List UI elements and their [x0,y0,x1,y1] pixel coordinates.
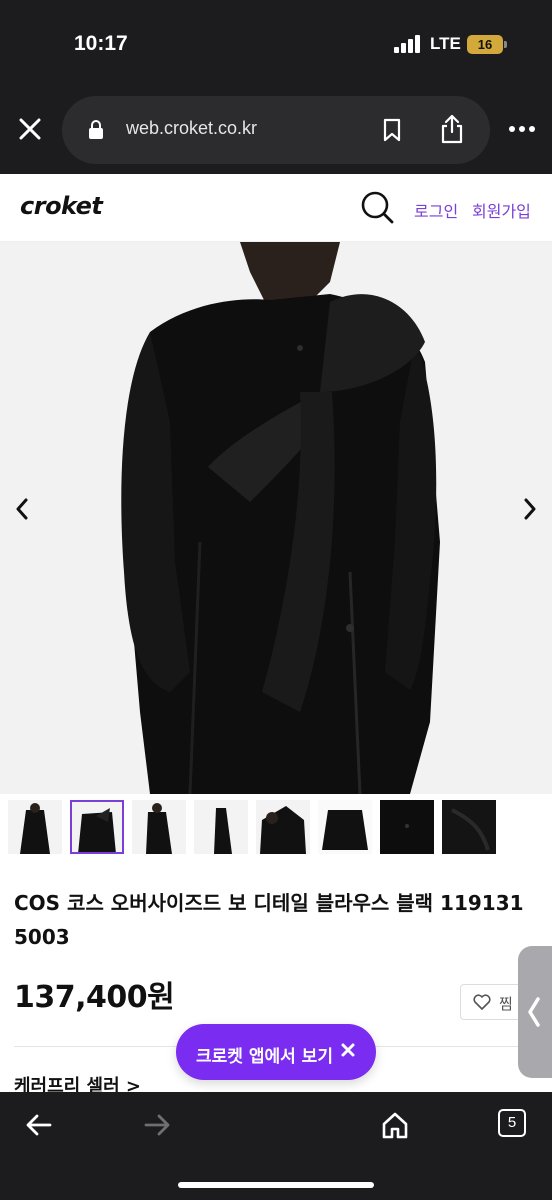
heart-icon [473,994,491,1010]
side-panel-handle[interactable] [518,946,552,1078]
more-icon[interactable] [508,117,536,141]
url-field[interactable]: web.croket.co.kr [62,96,490,164]
chevron-left-icon [528,997,540,1027]
thumbnail-5[interactable] [256,800,310,854]
battery-icon: 16 [467,35,507,54]
lock-icon [89,120,103,139]
thumbnail-3[interactable] [132,800,186,854]
thumbnail-2[interactable] [70,800,124,854]
like-label: 찜 [499,995,513,1013]
product-image[interactable] [0,242,552,794]
search-icon[interactable] [360,190,394,224]
share-icon[interactable] [440,114,464,144]
browser-toolbar: 5 [0,1092,552,1200]
url-text: web.croket.co.kr [126,118,258,138]
back-arrow-icon[interactable] [24,1110,54,1140]
croket-logo[interactable]: croket [20,192,103,220]
tabs-button[interactable]: 5 [498,1109,526,1137]
thumbnail-8[interactable] [442,800,496,854]
home-indicator [178,1182,374,1188]
close-icon[interactable] [340,1042,356,1058]
browser-address-bar: web.croket.co.kr [0,90,552,174]
product-photo [0,242,552,794]
thumbnail-7[interactable] [380,800,434,854]
product-title: COS 코스 오버사이즈드 보 디테일 블라우스 블랙 119131 5003 [14,891,524,949]
home-icon[interactable] [380,1110,410,1140]
forward-arrow-icon[interactable] [142,1110,172,1140]
clock: 10:17 [74,32,128,55]
thumbnail-strip [0,794,552,862]
thumbnail-1[interactable] [8,800,62,854]
cellular-signal-icon [394,35,422,53]
signup-link[interactable]: 회원가입 [472,198,531,222]
status-bar: 10:17 LTE 16 [0,0,552,90]
open-in-app-button[interactable]: 크로켓 앱에서 보기 [176,1024,376,1080]
bookmark-icon[interactable] [382,118,402,142]
site-header: croket 로그인 회원가입 [0,174,552,242]
thumbnail-4[interactable] [194,800,248,854]
close-icon[interactable] [18,117,42,141]
product-info: COS 코스 오버사이즈드 보 디테일 블라우스 블랙 119131 5003 … [0,862,552,1097]
next-image-arrow-icon[interactable] [518,494,542,524]
product-price: 137,400원 [14,980,175,1015]
previous-image-arrow-icon[interactable] [10,494,34,524]
thumbnail-6[interactable] [318,800,372,854]
open-in-app-label: 크로켓 앱에서 보기 [196,1047,333,1067]
network-type: LTE [430,34,461,53]
login-link[interactable]: 로그인 [414,198,458,222]
